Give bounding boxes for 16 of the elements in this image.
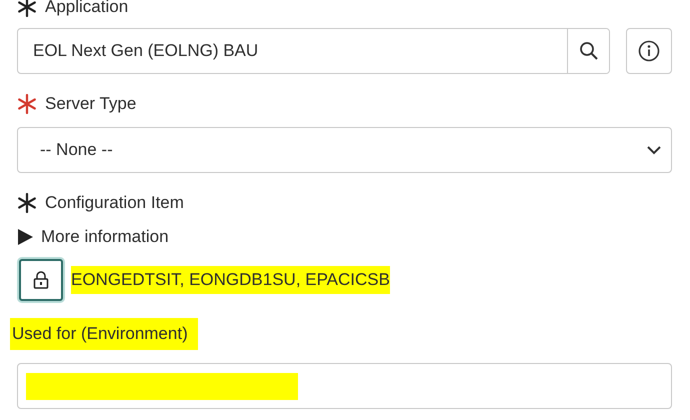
- environment-field[interactable]: [17, 363, 672, 409]
- chevron-down-icon: [647, 146, 661, 154]
- info-icon: [638, 40, 660, 62]
- application-field[interactable]: EOL Next Gen (EOLNG) BAU: [17, 28, 610, 74]
- field-label: Server Type: [45, 94, 136, 114]
- field-label: Used for (Environment): [10, 318, 198, 350]
- field-label: Configuration Item: [45, 193, 184, 213]
- server-type-select[interactable]: -- None --: [17, 127, 672, 173]
- lock-icon: [33, 271, 49, 289]
- search-icon: [578, 41, 598, 61]
- configuration-item-value: EONGEDTSIT, EONGDB1SU, EPACICSB: [71, 266, 390, 294]
- search-button[interactable]: [567, 29, 609, 73]
- info-button[interactable]: [626, 28, 672, 74]
- field-label: Application: [45, 0, 128, 17]
- lock-button[interactable]: [19, 259, 63, 301]
- more-information-toggle[interactable]: More information: [17, 224, 672, 250]
